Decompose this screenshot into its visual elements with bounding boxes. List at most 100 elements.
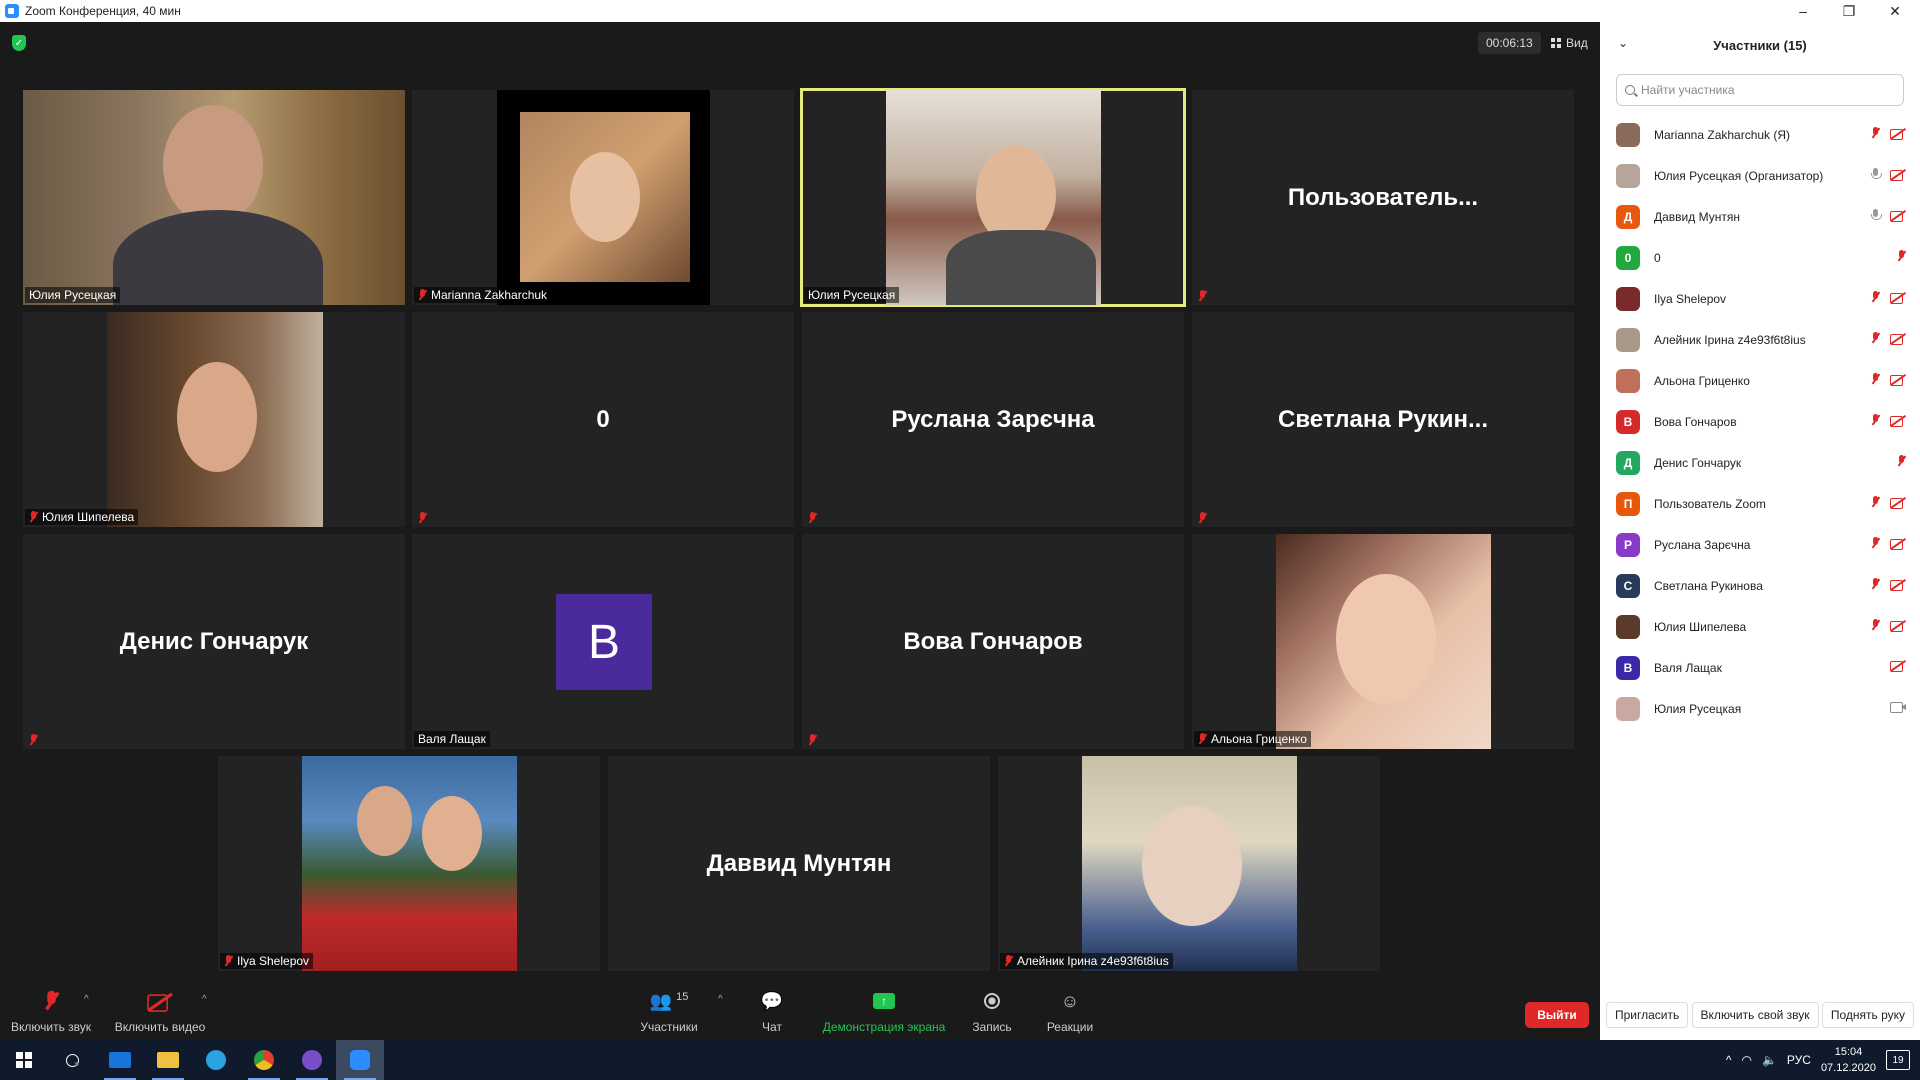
share-screen-button[interactable]: ↑ Демонстрация экрана — [818, 980, 950, 1040]
video-tile[interactable]: Денис Гончарук — [23, 534, 405, 749]
mic-muted-icon — [1198, 733, 1207, 745]
video-tile[interactable]: Даввид Мунтян — [608, 756, 990, 971]
start-video-button[interactable]: Включить видео — [112, 980, 208, 1040]
participant-row[interactable]: Альона Гриценко — [1600, 360, 1920, 401]
video-tile[interactable]: 0 — [412, 312, 794, 527]
zoom-logo-icon — [5, 4, 19, 18]
leave-meeting-button[interactable]: Выйти — [1525, 1002, 1589, 1028]
security-shield-icon[interactable]: ✓ — [12, 35, 26, 51]
camera-off-icon — [1890, 374, 1906, 386]
participant-label: Валя Лащак — [414, 731, 490, 747]
taskbar-viber-app[interactable] — [288, 1040, 336, 1080]
meeting-toolbar: Включить звук ^ Включить видео ^ 👥 15 Уча… — [0, 980, 1600, 1040]
taskbar-search-button[interactable] — [48, 1040, 96, 1080]
video-tile[interactable]: В Валя Лащак — [412, 534, 794, 749]
tray-expand-icon[interactable]: ^ — [1726, 1053, 1732, 1067]
mic-muted-icon — [1871, 127, 1880, 139]
chat-button[interactable]: 💬 Чат — [752, 980, 792, 1040]
video-tile[interactable]: Вова Гончаров — [802, 534, 1184, 749]
video-options-caret-icon[interactable]: ^ — [202, 994, 207, 1005]
participant-row[interactable]: Р Руслана Зарєчна — [1600, 524, 1920, 565]
participant-row[interactable]: Marianna Zakharchuk (Я) — [1600, 114, 1920, 155]
participant-name: Алейник Ірина z4e93f6t8ius — [1654, 332, 1806, 347]
participant-row[interactable]: Юлия Шипелева — [1600, 606, 1920, 647]
participant-name: Даввид Мунтян — [1654, 209, 1740, 224]
camera-off-icon — [1890, 128, 1906, 140]
participant-row[interactable]: Юлия Русецкая — [1600, 688, 1920, 729]
participant-status-icons — [1890, 660, 1906, 672]
taskbar-telegram-app[interactable] — [192, 1040, 240, 1080]
search-input[interactable] — [1641, 83, 1881, 97]
participant-row[interactable]: Алейник Ірина z4e93f6t8ius — [1600, 319, 1920, 360]
participant-avatar — [1616, 286, 1640, 311]
unmute-me-button[interactable]: Включить свой звук — [1691, 1002, 1819, 1028]
participant-row[interactable]: Д Даввид Мунтян — [1600, 196, 1920, 237]
notifications-button[interactable]: 19 — [1886, 1050, 1910, 1070]
participant-avatar — [1616, 327, 1640, 352]
camera-off-icon — [1890, 333, 1906, 345]
taskbar-zoom-app[interactable] — [336, 1040, 384, 1080]
participant-video — [886, 90, 1101, 305]
invite-button[interactable]: Пригласить — [1606, 1002, 1689, 1028]
close-button[interactable]: ✕ — [1872, 0, 1918, 22]
participant-status-icons — [1897, 455, 1906, 467]
minimize-button[interactable]: – — [1780, 0, 1826, 22]
unmute-button[interactable]: Включить звук — [8, 980, 94, 1040]
participant-row[interactable]: Ilya Shelepov — [1600, 278, 1920, 319]
gallery-view-icon — [1551, 37, 1562, 49]
participants-caret-icon[interactable]: ^ — [718, 994, 723, 1005]
participant-label — [25, 733, 42, 747]
participant-row[interactable]: 00 — [1600, 237, 1920, 278]
audio-options-caret-icon[interactable]: ^ — [84, 994, 89, 1005]
collapse-chevron-icon[interactable]: ⌄ — [1618, 36, 1628, 50]
video-tile[interactable]: Marianna Zakharchuk — [412, 90, 794, 305]
start-button[interactable] — [0, 1040, 48, 1080]
participant-row[interactable]: П Пользователь Zoom — [1600, 483, 1920, 524]
restore-button[interactable]: ❐ — [1826, 0, 1872, 22]
participant-row[interactable]: С Светлана Рукинова — [1600, 565, 1920, 606]
participant-row[interactable]: В Вова Гончаров — [1600, 401, 1920, 442]
participant-label: Юлия Шипелева — [25, 509, 139, 525]
video-tile-active-speaker[interactable]: Юлия Русецкая — [800, 88, 1186, 307]
participant-row[interactable]: Юлия Русецкая (Организатор) — [1600, 155, 1920, 196]
participant-row[interactable]: В Валя Лащак — [1600, 647, 1920, 688]
wifi-icon[interactable]: ◠ — [1741, 1053, 1751, 1067]
video-tile[interactable]: Алейник Ірина z4e93f6t8ius — [998, 756, 1380, 971]
mic-icon — [1871, 209, 1882, 222]
participant-list: Marianna Zakharchuk (Я) Юлия Русецкая (Ор… — [1600, 114, 1920, 729]
raise-hand-button[interactable]: Поднять руку — [1821, 1002, 1914, 1028]
body-shape — [113, 210, 323, 305]
view-button[interactable]: Вид — [1545, 32, 1594, 54]
camera-off-icon — [147, 988, 169, 1014]
mic-muted-icon — [1871, 291, 1880, 303]
record-icon — [984, 988, 1000, 1014]
video-tile[interactable]: Юлия Русецкая — [23, 90, 405, 305]
video-tile[interactable]: Пользователь... — [1192, 90, 1574, 305]
taskbar-chrome-app[interactable] — [240, 1040, 288, 1080]
language-indicator[interactable]: РУС — [1787, 1053, 1811, 1067]
video-tile[interactable]: Светлана Рукин... — [1192, 312, 1574, 527]
search-icon — [1625, 85, 1635, 95]
participant-avatar — [1616, 163, 1640, 188]
video-tile[interactable]: Альона Гриценко — [1192, 534, 1574, 749]
reactions-button[interactable]: ☺ Реакции — [1040, 980, 1100, 1040]
participant-status-icons — [1871, 127, 1906, 140]
windows-logo-icon — [16, 1052, 32, 1068]
participant-avatar — [1616, 368, 1640, 393]
video-tile[interactable]: Юлия Шипелева — [23, 312, 405, 527]
participant-search[interactable] — [1616, 74, 1904, 106]
video-tile[interactable]: Руслана Зарєчна — [802, 312, 1184, 527]
camera-off-icon — [1890, 415, 1906, 427]
mic-muted-icon — [808, 512, 817, 524]
record-button[interactable]: Запись — [966, 980, 1018, 1040]
participant-label: Ilya Shelepov — [220, 953, 314, 969]
volume-icon[interactable]: 🔈 — [1762, 1053, 1777, 1067]
mail-icon — [109, 1052, 131, 1068]
participant-avatar: 0 — [1616, 245, 1640, 270]
video-tile[interactable]: Ilya Shelepov — [218, 756, 600, 971]
taskbar-explorer-app[interactable] — [144, 1040, 192, 1080]
taskbar-clock[interactable]: 15:04 07.12.2020 — [1821, 1044, 1876, 1076]
taskbar-mail-app[interactable] — [96, 1040, 144, 1080]
participant-row[interactable]: Д Денис Гончарук — [1600, 442, 1920, 483]
participants-button[interactable]: 👥 15 Участники — [636, 980, 702, 1040]
